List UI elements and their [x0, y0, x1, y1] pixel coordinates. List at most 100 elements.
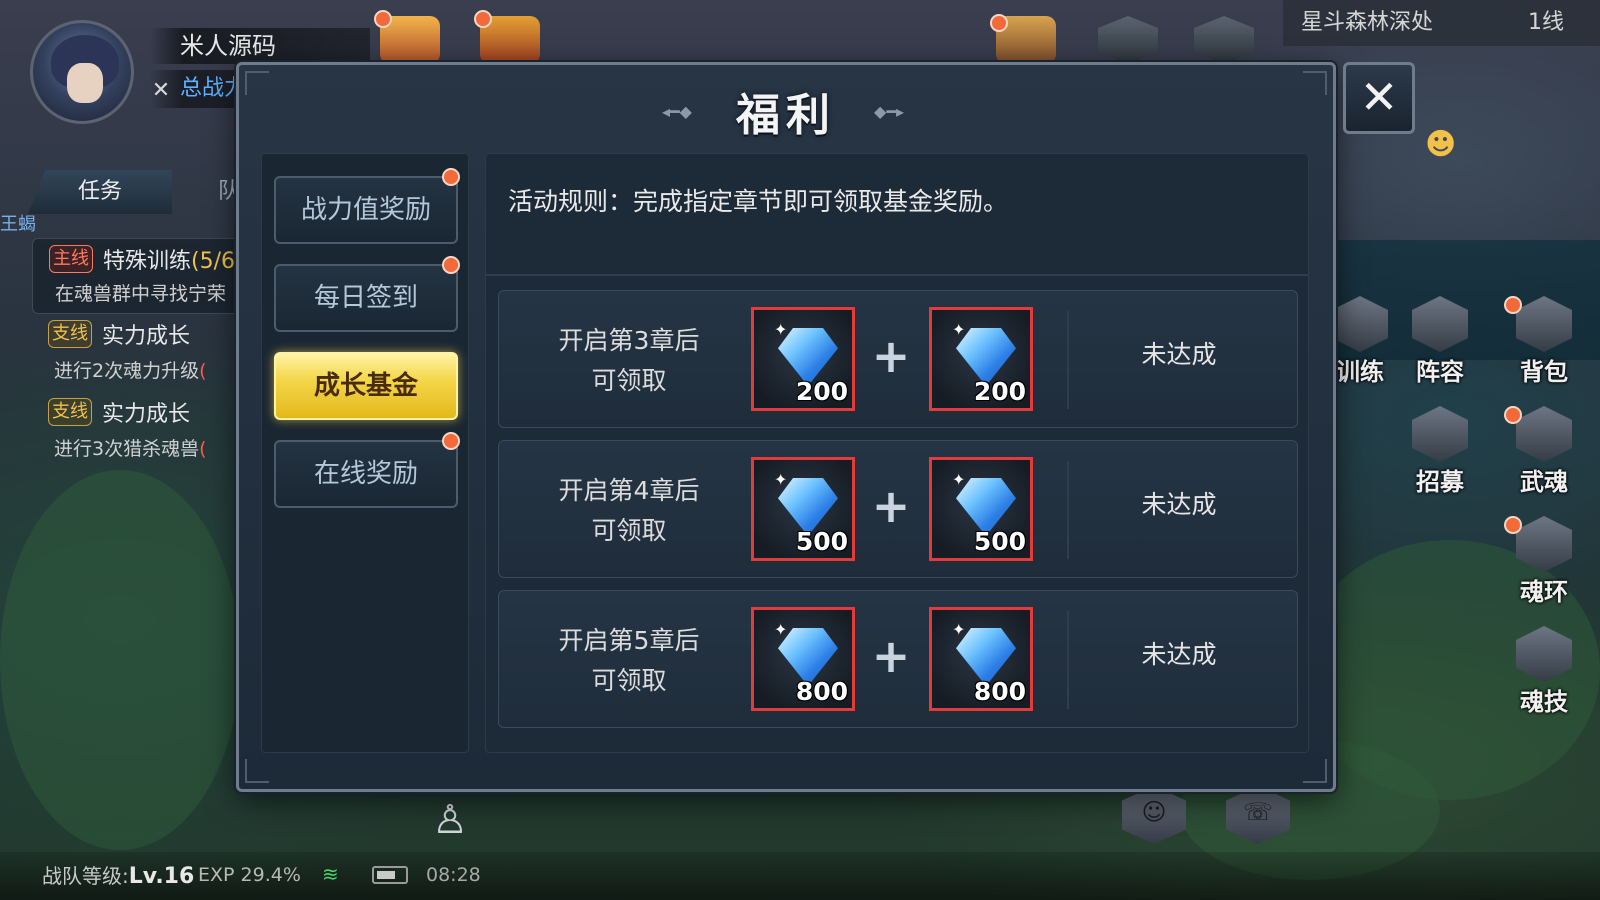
training-icon	[1332, 296, 1388, 352]
activity-event-icon[interactable]	[990, 10, 1062, 70]
reward-item-slot[interactable]: ✦ 500	[929, 457, 1033, 561]
tab-power-reward[interactable]: 战力值奖励	[274, 168, 460, 244]
soul-ring-icon	[1516, 516, 1572, 572]
bag-label: 背包	[1520, 358, 1568, 386]
player-avatar[interactable]	[30, 20, 134, 124]
lineup-button[interactable]: 阵容	[1400, 296, 1480, 392]
tab-growth-fund[interactable]: 成长基金	[274, 352, 458, 420]
reward-row: 开启第4章后 可领取 ✦ 500 + ✦ 500 未达成	[498, 440, 1298, 578]
notification-dot	[990, 14, 1008, 32]
reward-item-slot[interactable]: ✦ 500	[751, 457, 855, 561]
clock: 08:28	[426, 864, 481, 886]
crossed-swords-icon: ✕	[151, 78, 171, 103]
status-bar: 战队等级:Lv.16 EXP 29.4% ≋ 08:28	[0, 852, 1600, 900]
close-button[interactable]: ✕	[1343, 62, 1415, 134]
bag-icon	[1516, 296, 1572, 352]
reward-status: 未达成	[1141, 340, 1217, 369]
avatar-face	[67, 63, 103, 103]
recruit-label: 招募	[1416, 468, 1464, 496]
item-count: 500	[973, 527, 1026, 556]
dialog-title: 福利	[736, 90, 836, 141]
bag-button[interactable]: 背包	[1504, 296, 1584, 392]
soul-skill-icon	[1516, 626, 1572, 682]
reward-item-slot[interactable]: ✦ 800	[751, 607, 855, 711]
foliage	[0, 470, 240, 850]
item-count: 800	[973, 677, 1026, 706]
soul-skill-button[interactable]: 魂技	[1504, 626, 1584, 722]
notification-dot	[474, 10, 492, 28]
item-count: 500	[795, 527, 848, 556]
quest-desc: 进行3次猎杀魂兽(	[54, 438, 207, 460]
soul-ring-label: 魂环	[1520, 578, 1568, 606]
martial-soul-label: 武魂	[1520, 468, 1568, 496]
wifi-icon: ≋	[322, 862, 339, 886]
notification-dot	[1504, 406, 1522, 424]
reward-item-slot[interactable]: ✦ 800	[929, 607, 1033, 711]
divider	[486, 274, 1308, 276]
quest-title: 实力成长	[102, 402, 191, 427]
location-display[interactable]: 星斗森林深处 1线	[1283, 0, 1600, 46]
reward-status: 未达成	[1141, 490, 1217, 519]
reward-condition: 开启第4章后 可领取	[558, 476, 700, 545]
quest-desc: 在魂兽群中寻找宁荣	[55, 283, 227, 305]
location-name: 星斗森林深处	[1301, 10, 1434, 35]
quest-tag: 主线	[49, 245, 93, 273]
reward-item-slot[interactable]: ✦ 200	[929, 307, 1033, 411]
notification-dot	[442, 256, 460, 274]
reward-row: 开启第3章后 可领取 ✦ 200 + ✦ 200 未达成	[498, 290, 1298, 428]
tab-daily-signin[interactable]: 每日签到	[274, 256, 460, 332]
quest-item-side[interactable]: 支线 实力成长 进行2次魂力升级(	[32, 320, 242, 390]
soul-ring-button[interactable]: 魂环	[1504, 516, 1584, 612]
plus-icon: +	[871, 329, 911, 383]
notification-dot	[442, 432, 460, 450]
quest-progress: (5/6	[191, 249, 236, 274]
server-line: 1线	[1528, 10, 1564, 35]
plus-icon: +	[871, 629, 911, 683]
tab-online-reward[interactable]: 在线奖励	[274, 432, 460, 508]
quest-title: 特殊训练(5/6	[103, 249, 236, 274]
gift-event-icon[interactable]	[374, 10, 446, 70]
quest-desc: 进行2次魂力升级(	[54, 360, 207, 382]
activity-rules: 活动规则：完成指定章节即可领取基金奖励。	[508, 187, 1009, 216]
item-count: 200	[973, 377, 1026, 406]
quest-tag: 支线	[48, 398, 92, 426]
team-level: 战队等级:Lv.16	[42, 864, 195, 889]
trophy-icon[interactable]	[1092, 10, 1164, 70]
title-ornament-icon: ◆━▸	[874, 102, 904, 121]
close-icon: ✕	[1359, 70, 1399, 124]
martial-soul-button[interactable]: 武魂	[1504, 406, 1584, 502]
quest-title: 实力成长	[102, 324, 191, 349]
notification-dot	[374, 10, 392, 28]
reward-row: 开启第5章后 可领取 ✦ 800 + ✦ 800 未达成	[498, 590, 1298, 728]
growth-fund-content: 活动规则：完成指定章节即可领取基金奖励。 开启第3章后 可领取 ✦ 200 + …	[485, 153, 1309, 753]
treasure-chest-icon[interactable]	[474, 10, 546, 70]
reward-condition: 开启第5章后 可领取	[558, 626, 700, 695]
quest-tag: 支线	[48, 320, 92, 348]
reward-status: 未达成	[1141, 640, 1217, 669]
recruit-button[interactable]: 招募	[1400, 406, 1480, 502]
lineup-label: 阵容	[1416, 358, 1464, 386]
reward-item-slot[interactable]: ✦ 200	[751, 307, 855, 411]
quest-item-main[interactable]: 主线 特殊训练(5/6 在魂兽群中寻找宁荣	[32, 238, 242, 314]
tab-quests[interactable]: 任务	[28, 170, 172, 214]
magnifier-icon[interactable]	[1188, 10, 1260, 70]
map-edge-label: 王蝎	[0, 214, 36, 235]
item-count: 200	[795, 377, 848, 406]
notification-dot	[1504, 516, 1522, 534]
spirit-companion-icon[interactable]: ♙	[420, 790, 480, 850]
quest-item-side[interactable]: 支线 实力成长 进行3次猎杀魂兽(	[32, 398, 242, 468]
martial-soul-icon	[1516, 406, 1572, 462]
welfare-dialog: ◂━◆ 福利 ◆━▸ 战力值奖励 每日签到 成长基金 在线奖励 活动规则：完成指…	[236, 62, 1336, 792]
npc-marker-icon[interactable]: ☻	[1425, 127, 1465, 167]
notification-dot	[442, 168, 460, 186]
quest-tabs: 任务 队	[28, 170, 240, 214]
quest-list: 主线 特殊训练(5/6 在魂兽群中寻找宁荣 支线 实力成长 进行2次魂力升级( …	[32, 238, 242, 478]
battery-icon	[372, 866, 408, 884]
lineup-icon	[1412, 296, 1468, 352]
welfare-tabs: 战力值奖励 每日签到 成长基金 在线奖励	[261, 153, 469, 753]
soul-skill-label: 魂技	[1520, 688, 1568, 716]
player-name: 米人源码	[150, 28, 370, 64]
notification-dot	[1504, 296, 1522, 314]
exp-text: EXP 29.4%	[198, 864, 301, 886]
plus-icon: +	[871, 479, 911, 533]
